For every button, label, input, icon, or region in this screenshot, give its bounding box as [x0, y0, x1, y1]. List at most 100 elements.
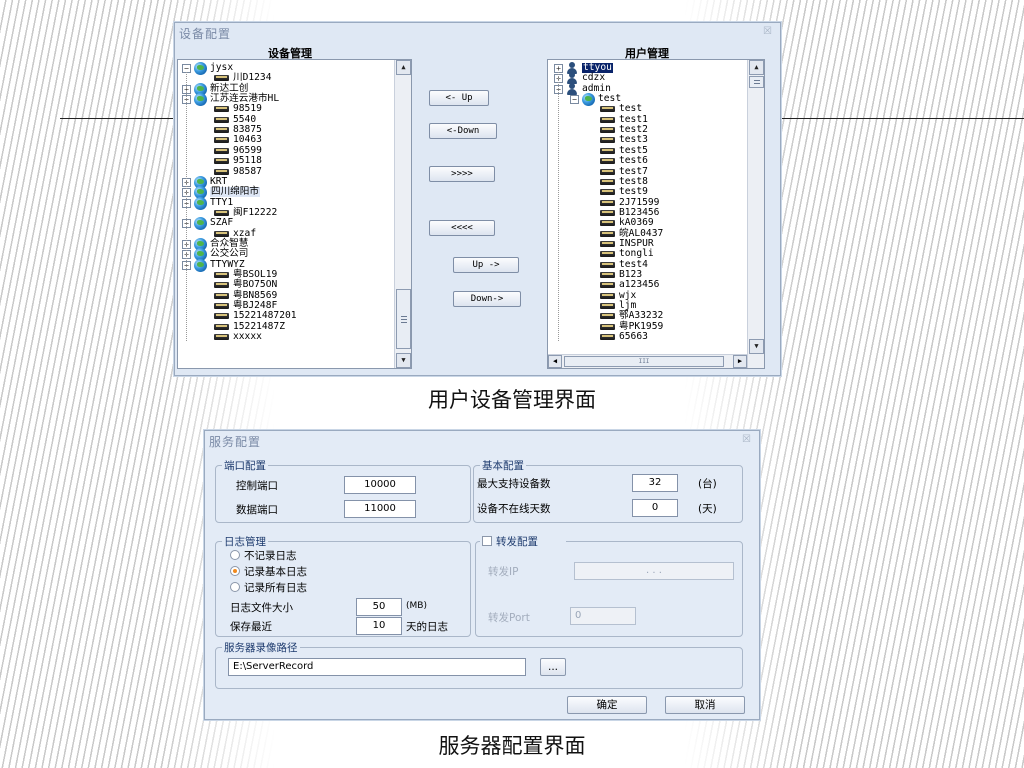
tree-item-label: jysx [210, 62, 234, 73]
user-tree-item[interactable]: − test [548, 93, 747, 107]
device-icon [600, 116, 615, 123]
device-icon [600, 147, 615, 154]
user-tree-item[interactable]: test4 [548, 259, 747, 270]
tree-item-label: 65663 [619, 331, 648, 343]
log-file-size-unit: (MB) [406, 601, 427, 611]
control-port-input[interactable]: 10000 [344, 476, 416, 494]
cancel-button[interactable]: 取消 [665, 696, 745, 714]
move-up-left-button[interactable]: <- Up [429, 90, 489, 106]
user-tree-item[interactable]: kA0369 [548, 217, 747, 228]
user-tree-scrollbar[interactable]: ▲ ▼ [747, 60, 764, 368]
max-devices-input[interactable]: 32 [632, 474, 678, 492]
offline-days-input[interactable]: 0 [632, 499, 678, 517]
device-tree-item[interactable]: − SZAF [178, 217, 394, 231]
service-config-window: 服务配置 ☒ 端口配置 控制端口 10000 数据端口 11000 基本配置 最… [204, 430, 760, 720]
device-tree-item[interactable]: − jysx [178, 62, 394, 75]
forward-port-input[interactable]: 0 [570, 607, 636, 625]
radio-selected-icon[interactable] [230, 566, 240, 576]
tree-item-label: test6 [619, 155, 648, 167]
user-tree-item[interactable]: a123456 [548, 280, 747, 290]
scroll-left-icon[interactable]: ◀ [548, 355, 562, 368]
keep-days-input[interactable]: 10 [356, 617, 402, 635]
device-tree-item[interactable]: 15221487Z [178, 321, 394, 332]
scroll-up-icon[interactable]: ▲ [396, 60, 411, 75]
keep-recent-label: 保存最近 [230, 621, 272, 633]
move-down-left-button[interactable]: <-Down [429, 123, 497, 139]
forward-ip-input[interactable]: . . . [574, 562, 734, 580]
device-icon [600, 313, 615, 320]
scroll-down-icon[interactable]: ▼ [749, 339, 764, 354]
device-icon [214, 272, 229, 278]
device-icon [600, 282, 615, 289]
add-all-button[interactable]: >>>> [429, 166, 495, 182]
caption-device-management: 用户设备管理界面 [428, 388, 596, 412]
titlebar: 服务配置 ☒ [205, 431, 759, 451]
device-tree[interactable]: − jysx 川D1234 + 新达工创 − 江苏连云港市HL 98519 5540 83875 1… [177, 59, 412, 369]
device-icon [214, 127, 229, 134]
tree-guide-line [186, 72, 187, 342]
device-tree-item[interactable]: 83875 [178, 124, 394, 135]
device-tree-item[interactable]: − TTYWYZ [178, 258, 394, 272]
forward-checkbox[interactable] [482, 536, 492, 546]
data-port-label: 数据端口 [236, 504, 278, 516]
user-tree-item[interactable]: test6 [548, 155, 747, 167]
device-tree-item[interactable]: 98519 [178, 104, 394, 114]
collapse-icon[interactable]: − [570, 95, 579, 105]
scroll-down-icon[interactable]: ▼ [396, 353, 411, 368]
device-tree-item[interactable]: − 江苏连云港市HL [178, 93, 394, 107]
window-title: 服务配置 [209, 435, 262, 449]
ok-button[interactable]: 确定 [567, 696, 647, 714]
remove-all-button[interactable]: <<<< [429, 220, 495, 236]
scroll-thumb[interactable] [749, 76, 764, 88]
forward-config-group: 转发配置 转发IP . . . 转发Port 0 [475, 534, 743, 637]
device-tree-item[interactable]: 粤BN8569 [178, 290, 394, 301]
device-icon [214, 313, 229, 320]
tree-item-label: test9 [619, 186, 648, 198]
device-tree-item[interactable]: 粤BSOL19 [178, 269, 394, 280]
record-path-input[interactable]: E:\ServerRecord [228, 658, 526, 676]
browse-button[interactable]: ... [540, 658, 566, 676]
device-icon [214, 323, 229, 330]
user-tree-hscrollbar[interactable]: ◀ III ▶ [548, 354, 747, 368]
user-tree-item[interactable]: 65663 [548, 331, 747, 343]
data-port-input[interactable]: 11000 [344, 500, 416, 518]
device-tree-item[interactable]: + 四川绵阳市 [178, 186, 394, 200]
device-tree-item[interactable]: 10463 [178, 135, 394, 145]
move-down-right-button[interactable]: Down-> [453, 291, 521, 307]
scroll-right-icon[interactable]: ▶ [733, 355, 747, 368]
log-management-title: 日志管理 [222, 534, 268, 549]
scroll-thumb[interactable] [396, 289, 411, 349]
radio-icon[interactable] [230, 550, 240, 560]
device-tree-item[interactable]: 5540 [178, 114, 394, 125]
device-tree-item[interactable]: 粤BO75ON [178, 280, 394, 290]
device-icon [600, 127, 615, 134]
forward-config-header[interactable]: 转发配置 [480, 534, 566, 548]
close-icon[interactable]: ☒ [742, 434, 751, 445]
device-tree-item[interactable]: 95118 [178, 155, 394, 166]
device-icon [600, 189, 615, 196]
device-tree-item[interactable]: 15221487201 [178, 311, 394, 321]
device-tree-item[interactable]: xxxxx [178, 331, 394, 342]
user-tree[interactable]: + ttyou + cdzx − admin − test test test1 test2 test… [547, 59, 765, 369]
hscroll-thumb[interactable]: III [564, 356, 724, 367]
offline-days-label: 设备不在线天数 [477, 503, 551, 515]
caption-server-config: 服务器配置界面 [438, 734, 586, 758]
device-icon [600, 209, 615, 216]
device-tree-scrollbar[interactable]: ▲ ▼ [394, 60, 411, 368]
user-tree-item[interactable]: wjx [548, 290, 747, 301]
move-up-right-button[interactable]: Up -> [453, 257, 519, 273]
user-tree-item[interactable]: test9 [548, 186, 747, 198]
log-file-size-input[interactable]: 50 [356, 598, 402, 616]
log-management-group: 日志管理 不记录日志 记录基本日志 记录所有日志 日志文件大小 50 (MB) … [215, 534, 471, 637]
device-tree-item[interactable]: − TTY1 [178, 196, 394, 210]
titlebar: 设备配置 ☒ [175, 23, 780, 43]
port-config-group: 端口配置 控制端口 10000 数据端口 11000 [215, 458, 471, 523]
radio-icon[interactable] [230, 582, 240, 592]
device-tree-item[interactable]: 96599 [178, 145, 394, 156]
close-icon[interactable]: ☒ [763, 26, 772, 37]
scroll-up-icon[interactable]: ▲ [749, 60, 764, 75]
device-icon [600, 106, 615, 113]
control-port-label: 控制端口 [236, 480, 278, 492]
user-tree-item[interactable]: − admin [548, 82, 747, 95]
record-path-title: 服务器录像路径 [222, 640, 300, 655]
